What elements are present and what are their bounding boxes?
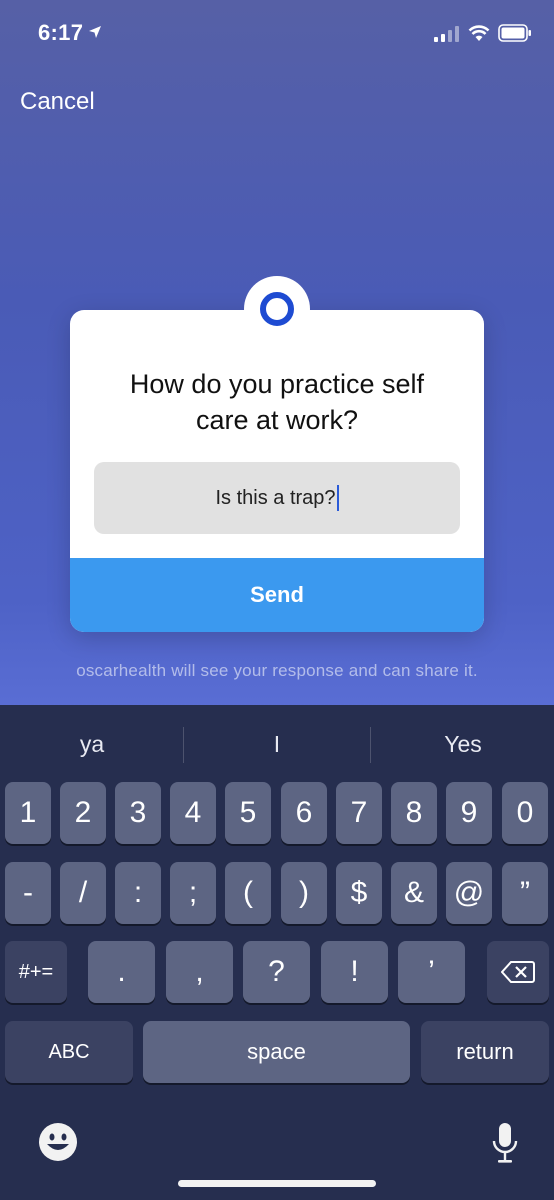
space-key[interactable]: space — [143, 1021, 410, 1083]
backspace-key[interactable] — [487, 941, 549, 1003]
key-9[interactable]: 9 — [446, 782, 492, 844]
key-close-paren[interactable]: ) — [281, 862, 327, 924]
return-key[interactable]: return — [421, 1021, 549, 1083]
status-bar: 6:17 — [0, 0, 554, 70]
key-4[interactable]: 4 — [170, 782, 216, 844]
card-badge — [244, 276, 310, 342]
key-comma[interactable]: , — [166, 941, 233, 1003]
key-apostrophe[interactable]: ’ — [398, 941, 465, 1003]
key-2[interactable]: 2 — [60, 782, 106, 844]
key-colon[interactable]: : — [115, 862, 161, 924]
suggestion-2[interactable]: I — [185, 705, 369, 783]
cancel-button[interactable]: Cancel — [20, 88, 95, 116]
key-ampersand[interactable]: & — [391, 862, 437, 924]
key-semicolon[interactable]: ; — [170, 862, 216, 924]
oscar-logo-icon — [260, 292, 294, 326]
key-1[interactable]: 1 — [5, 782, 51, 844]
question-text: How do you practice self care at work? — [129, 369, 425, 435]
key-exclamation[interactable]: ! — [321, 941, 388, 1003]
emoji-icon[interactable] — [38, 1122, 78, 1162]
key-6[interactable]: 6 — [281, 782, 327, 844]
status-time: 6:17 — [38, 20, 84, 45]
battery-icon — [498, 24, 531, 42]
suggestion-3[interactable]: Yes — [371, 705, 554, 783]
abc-key[interactable]: ABC — [5, 1021, 133, 1083]
key-3[interactable]: 3 — [115, 782, 161, 844]
key-5[interactable]: 5 — [225, 782, 271, 844]
key-dollar[interactable]: $ — [336, 862, 382, 924]
key-hyphen[interactable]: - — [5, 862, 51, 924]
key-question[interactable]: ? — [243, 941, 310, 1003]
key-open-paren[interactable]: ( — [225, 862, 271, 924]
suggestion-divider — [183, 727, 184, 763]
share-note: oscarhealth will see your response and c… — [76, 661, 478, 680]
key-at[interactable]: @ — [446, 862, 492, 924]
home-indicator — [178, 1180, 376, 1187]
suggestion-1[interactable]: ya — [0, 705, 184, 783]
app-screen: 6:17 Cancel How do you practice self car… — [0, 0, 554, 1200]
key-more-symbols[interactable]: #+= — [5, 941, 67, 1003]
question-card: How do you practice self care at work? I… — [70, 276, 484, 632]
signal-icon — [434, 26, 459, 42]
key-7[interactable]: 7 — [336, 782, 382, 844]
send-button[interactable]: Send — [70, 558, 484, 632]
backspace-icon — [501, 961, 535, 983]
key-0[interactable]: 0 — [502, 782, 548, 844]
suggestion-bar: ya I Yes — [0, 705, 554, 783]
key-8[interactable]: 8 — [391, 782, 437, 844]
key-slash[interactable]: / — [60, 862, 106, 924]
wifi-icon — [468, 25, 490, 41]
answer-value: Is this a trap? — [215, 486, 336, 509]
answer-input[interactable]: Is this a trap? — [94, 462, 460, 534]
key-period[interactable]: . — [88, 941, 155, 1003]
key-quote[interactable]: ” — [502, 862, 548, 924]
text-caret — [336, 485, 339, 511]
location-icon — [89, 26, 101, 38]
microphone-icon[interactable] — [492, 1122, 518, 1164]
